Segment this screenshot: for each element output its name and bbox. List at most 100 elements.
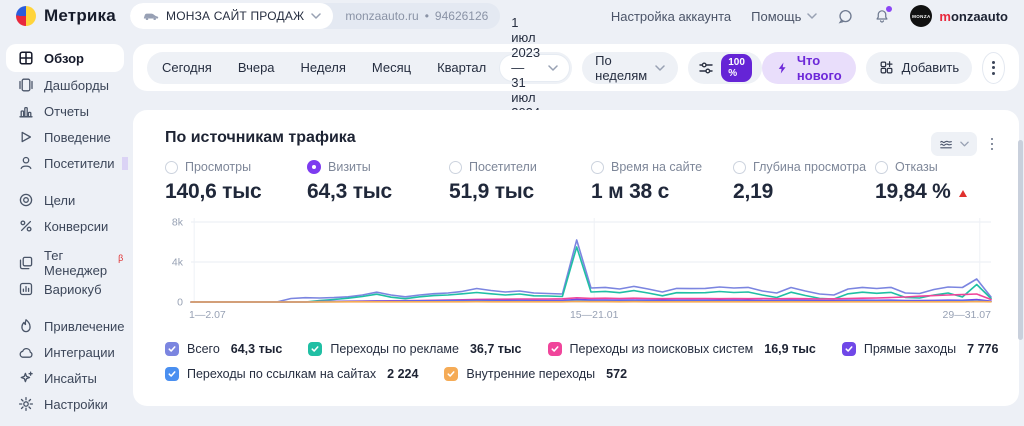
sidebar-item-attraction[interactable]: Привлечение: [6, 313, 125, 339]
sidebar-item-label: Тег Менеджер: [44, 248, 108, 278]
account-settings-link[interactable]: Настройка аккаунта: [611, 9, 731, 24]
toolbar-more-button[interactable]: [982, 51, 1005, 84]
legend-item[interactable]: Переходы по ссылкам на сайтах 2 224: [165, 367, 418, 381]
variocube-icon: [18, 281, 34, 297]
legend-value: 36,7 тыс: [469, 342, 522, 356]
radio-icon[interactable]: [733, 160, 746, 174]
metric-tab-4[interactable]: Глубина просмотра 2,19: [733, 160, 875, 204]
line-chart-icon: [939, 138, 953, 150]
granularity-select[interactable]: По неделям: [582, 51, 679, 84]
chart-legend: Всего 64,3 тыс Переходы по рекламе 36,7 тыс…: [165, 341, 998, 391]
preset-button-1[interactable]: Вчера: [225, 54, 288, 82]
date-range-picker[interactable]: 1 июл 2023 — 31 июл 2024: [499, 15, 571, 120]
chevron-down-icon: [548, 64, 558, 71]
metric-tab-2[interactable]: Посетители 51,9 тыс: [449, 160, 591, 204]
metric-value: 1 м 38 с: [591, 180, 670, 203]
sidebar-item-insights[interactable]: Инсайты: [6, 365, 124, 391]
checkbox-checked-icon[interactable]: [165, 342, 179, 356]
preset-button-0[interactable]: Сегодня: [149, 54, 225, 82]
radio-icon[interactable]: [449, 160, 462, 174]
sidebar-item-conversions[interactable]: Конверсии: [6, 213, 124, 239]
sidebar-item-label: Обзор: [44, 50, 84, 66]
legend-item[interactable]: Внутренние переходы 572: [444, 367, 627, 381]
counter-switcher: МОНЗА САЙТ ПРОДАЖ monzaauto.ru • 9462612…: [130, 3, 501, 29]
sidebar-item-integrations[interactable]: Интеграции: [6, 339, 124, 365]
svg-text:8k: 8k: [172, 217, 184, 229]
metric-label: Отказы: [895, 160, 938, 174]
metric-tab-5[interactable]: Отказы 19,84 %: [875, 160, 1017, 204]
checkbox-checked-icon[interactable]: [308, 342, 323, 356]
traffic-chart[interactable]: 0 4k 8k 1—2.07 15—21.01 29—31.07: [157, 214, 995, 322]
card-more-button[interactable]: [990, 137, 993, 151]
metrica-logo[interactable]: Метрика: [16, 6, 116, 26]
notifications-bell-icon[interactable]: [874, 5, 893, 25]
add-widget-button[interactable]: Добавить: [865, 51, 973, 84]
reports-icon: [18, 103, 34, 119]
metric-tab-0[interactable]: Просмотры 140,6 тыс: [165, 160, 307, 204]
settings-icon: [18, 396, 34, 412]
avatar: MONZA: [910, 5, 933, 27]
behavior-icon: [18, 129, 34, 145]
sampling-control[interactable]: 100 %: [688, 51, 762, 84]
sidebar-item-settings[interactable]: Настройки: [6, 391, 124, 417]
counter-domain[interactable]: monzaauto.ru: [345, 9, 418, 23]
sidebar-item-variocube[interactable]: Вариокуб: [6, 276, 124, 302]
goals-icon: [18, 192, 34, 208]
metric-tab-1[interactable]: Визиты 64,3 тыс: [307, 160, 449, 204]
date-range-value: 1 июл 2023 — 31 июл 2024: [511, 15, 541, 120]
lightning-icon: [776, 61, 789, 75]
metric-value: 51,9 тыс: [449, 180, 535, 203]
help-label: Помощь: [751, 8, 802, 24]
scrollbar-thumb[interactable]: [1018, 140, 1023, 340]
sidebar-item-label: Поведение: [44, 129, 111, 145]
preset-button-4[interactable]: Квартал: [424, 54, 499, 82]
svg-text:29—31.07: 29—31.07: [943, 309, 992, 321]
legend-item[interactable]: Переходы из поисковых систем 16,9 тыс: [547, 342, 816, 356]
sidebar-item-behavior[interactable]: Поведение: [6, 124, 124, 150]
metric-tab-3[interactable]: Время на сайте 1 м 38 с: [591, 160, 733, 204]
radio-icon[interactable]: [165, 160, 178, 174]
checkbox-checked-icon[interactable]: [547, 342, 562, 356]
sidebar-item-tag-manager[interactable]: Тег Менеджер β: [6, 248, 124, 278]
chart-type-select[interactable]: [930, 132, 977, 156]
legend-value: 572: [606, 367, 628, 381]
whats-new-label: Что нового: [796, 52, 842, 83]
svg-text:4k: 4k: [172, 257, 184, 269]
integrations-icon: [18, 344, 34, 360]
legend-value: 2 224: [387, 367, 419, 381]
attraction-icon: [18, 318, 34, 334]
svg-text:1—2.07: 1—2.07: [189, 309, 226, 321]
legend-item[interactable]: Всего 64,3 тыс: [165, 342, 282, 356]
radio-icon[interactable]: [875, 160, 888, 174]
preset-button-2[interactable]: Неделя: [288, 54, 359, 82]
legend-label: Всего: [187, 342, 220, 356]
sidebar-item-label: Дашборды: [44, 77, 109, 93]
help-menu[interactable]: Помощь: [751, 8, 818, 24]
whats-new-button[interactable]: Что нового: [761, 51, 856, 84]
traffic-sources-card: По источникам трафика Просмотры 140,6 тыс…: [133, 110, 1019, 406]
sidebar-item-dashboards[interactable]: Дашборды: [6, 72, 124, 98]
add-widget-icon: [879, 60, 894, 75]
preset-button-3[interactable]: Месяц: [359, 54, 424, 82]
counter-selector[interactable]: МОНЗА САЙТ ПРОДАЖ: [130, 3, 334, 29]
preset-buttons: Сегодня Вчера Неделя Месяц Квартал: [149, 54, 499, 82]
user-menu[interactable]: MONZA monzaauto: [910, 5, 1008, 27]
radio-icon[interactable]: [591, 160, 604, 174]
sidebar-item-reports[interactable]: Отчеты: [6, 98, 124, 124]
checkbox-checked-icon[interactable]: [841, 342, 856, 356]
conversions-icon: [18, 218, 34, 234]
insights-icon: [18, 370, 34, 386]
radio-selected-icon[interactable]: [307, 160, 321, 174]
sidebar-item-label: Интеграции: [44, 344, 115, 360]
checkbox-checked-icon[interactable]: [444, 367, 459, 381]
checkbox-checked-icon[interactable]: [165, 367, 179, 381]
card-controls: [930, 132, 993, 156]
car-icon: [142, 11, 159, 21]
sidebar-item-visitors[interactable]: Посетители: [6, 150, 124, 176]
sidebar-item-goals[interactable]: Цели: [6, 187, 124, 213]
chat-icon[interactable]: [837, 8, 854, 25]
chevron-down-icon: [807, 13, 818, 19]
sidebar-item-overview[interactable]: Обзор: [6, 44, 124, 72]
legend-item[interactable]: Прямые заходы 7 776: [841, 342, 998, 356]
legend-item[interactable]: Переходы по рекламе 36,7 тыс: [308, 342, 522, 356]
